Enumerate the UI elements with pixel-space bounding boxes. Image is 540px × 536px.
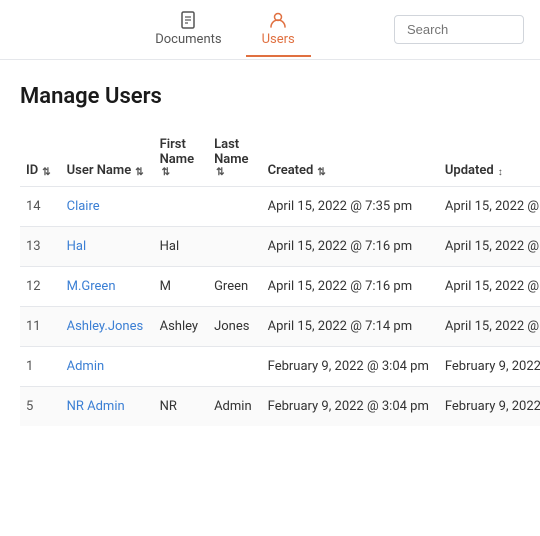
- users-label: Users: [262, 32, 295, 47]
- documents-icon: [178, 10, 198, 30]
- user-link[interactable]: Claire: [67, 199, 100, 214]
- page-content: Manage Users ID ⇅ User Name ⇅: [0, 60, 540, 446]
- table-row: 14 Claire April 15, 2022 @ 7:35 pm April…: [20, 187, 540, 227]
- cell-firstname: M: [154, 267, 208, 307]
- col-header-created[interactable]: Created ⇅: [262, 129, 439, 187]
- col-header-updated[interactable]: Updated ↕: [439, 129, 540, 187]
- cell-username: M.Green: [61, 267, 154, 307]
- page-title: Manage Users: [20, 84, 520, 109]
- sort-firstname-icon: ⇅: [162, 167, 170, 178]
- col-header-username[interactable]: User Name ⇅: [61, 129, 154, 187]
- table-row: 12 M.Green M Green April 15, 2022 @ 7:16…: [20, 267, 540, 307]
- cell-updated: February 9, 2022 @: [439, 387, 540, 427]
- table-header-row: ID ⇅ User Name ⇅ First Name ⇅: [20, 129, 540, 187]
- cell-firstname: Hal: [154, 227, 208, 267]
- cell-created: April 15, 2022 @ 7:16 pm: [262, 267, 439, 307]
- cell-lastname: [208, 187, 262, 227]
- sort-username-icon: ⇅: [135, 167, 143, 178]
- cell-username: Hal: [61, 227, 154, 267]
- col-header-lastname[interactable]: Last Name ⇅: [208, 129, 262, 187]
- table-row: 5 NR Admin NR Admin February 9, 2022 @ 3…: [20, 387, 540, 427]
- sort-lastname-icon: ⇅: [216, 167, 224, 178]
- sort-updated-icon: ↕: [498, 167, 503, 178]
- search-input[interactable]: [394, 15, 524, 44]
- cell-lastname: [208, 347, 262, 387]
- top-navigation: Documents Users: [0, 0, 540, 60]
- col-header-id[interactable]: ID ⇅: [20, 129, 61, 187]
- cell-updated: April 15, 2022 @ 7:1: [439, 267, 540, 307]
- cell-username: Claire: [61, 187, 154, 227]
- cell-created: February 9, 2022 @ 3:04 pm: [262, 347, 439, 387]
- user-link[interactable]: M.Green: [67, 279, 116, 294]
- table-row: 11 Ashley.Jones Ashley Jones April 15, 2…: [20, 307, 540, 347]
- sort-id-icon: ⇅: [42, 167, 50, 178]
- table-row: 13 Hal Hal April 15, 2022 @ 7:16 pm Apri…: [20, 227, 540, 267]
- table-body: 14 Claire April 15, 2022 @ 7:35 pm April…: [20, 187, 540, 427]
- user-link[interactable]: Hal: [67, 239, 87, 254]
- cell-id: 11: [20, 307, 61, 347]
- cell-id: 5: [20, 387, 61, 427]
- cell-lastname: Admin: [208, 387, 262, 427]
- cell-updated: April 15, 2022 @ 7:1: [439, 227, 540, 267]
- col-header-firstname[interactable]: First Name ⇅: [154, 129, 208, 187]
- documents-label: Documents: [155, 32, 221, 47]
- user-link[interactable]: NR Admin: [67, 399, 125, 414]
- cell-id: 14: [20, 187, 61, 227]
- nav-item-users[interactable]: Users: [246, 2, 311, 57]
- cell-created: February 9, 2022 @ 3:04 pm: [262, 387, 439, 427]
- cell-lastname: Jones: [208, 307, 262, 347]
- cell-username: Ashley.Jones: [61, 307, 154, 347]
- users-table: ID ⇅ User Name ⇅ First Name ⇅: [20, 129, 540, 426]
- cell-firstname: Ashley: [154, 307, 208, 347]
- cell-id: 13: [20, 227, 61, 267]
- cell-updated: April 15, 2022 @ 7:1: [439, 307, 540, 347]
- user-link[interactable]: Admin: [67, 359, 105, 374]
- cell-lastname: [208, 227, 262, 267]
- cell-firstname: [154, 347, 208, 387]
- cell-updated: April 15, 2022 @ 7:3: [439, 187, 540, 227]
- user-link[interactable]: Ashley.Jones: [67, 319, 144, 334]
- cell-id: 12: [20, 267, 61, 307]
- users-icon: [268, 10, 288, 30]
- cell-username: Admin: [61, 347, 154, 387]
- nav-items: Documents Users: [56, 2, 394, 57]
- table-row: 1 Admin February 9, 2022 @ 3:04 pm Febru…: [20, 347, 540, 387]
- cell-firstname: NR: [154, 387, 208, 427]
- cell-created: April 15, 2022 @ 7:35 pm: [262, 187, 439, 227]
- cell-created: April 15, 2022 @ 7:14 pm: [262, 307, 439, 347]
- cell-created: April 15, 2022 @ 7:16 pm: [262, 227, 439, 267]
- cell-updated: February 9, 2022 @: [439, 347, 540, 387]
- cell-firstname: [154, 187, 208, 227]
- cell-lastname: Green: [208, 267, 262, 307]
- cell-username: NR Admin: [61, 387, 154, 427]
- cell-id: 1: [20, 347, 61, 387]
- sort-created-icon: ⇅: [317, 167, 325, 178]
- nav-item-documents[interactable]: Documents: [139, 2, 237, 57]
